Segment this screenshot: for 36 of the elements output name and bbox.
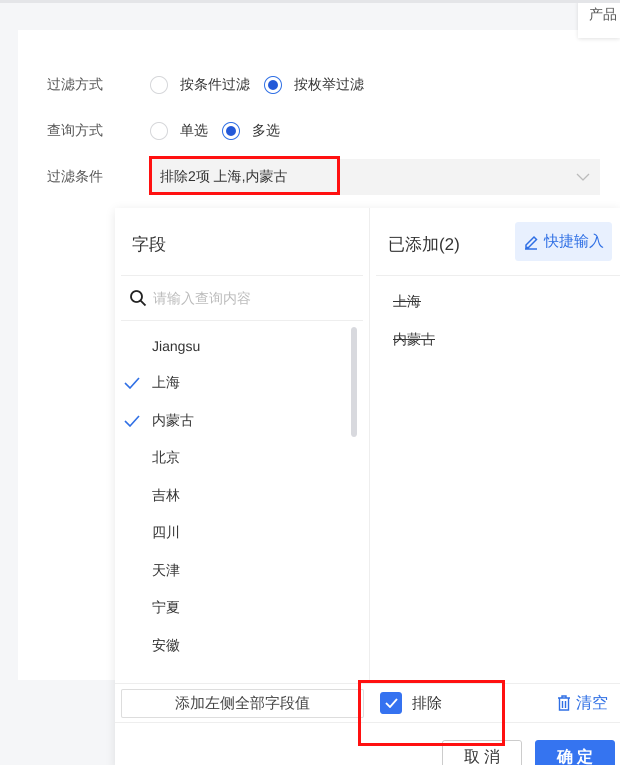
radio-option[interactable]: 多选 [222, 122, 280, 140]
trash-icon [557, 695, 571, 711]
tooltip-text: 产品 [589, 6, 617, 22]
column-title: 字段 [132, 234, 166, 256]
clear-button[interactable]: 清空 [557, 692, 608, 714]
list-item[interactable]: 上海 [121, 364, 363, 402]
list-item[interactable]: 宁夏 [121, 590, 363, 627]
exclude-checkbox[interactable]: 排除 [380, 692, 442, 714]
list-item[interactable]: 吉林 [121, 477, 363, 514]
list-item[interactable]: Jiangsu [121, 327, 363, 364]
select-field[interactable]: 排除2项 上海,内蒙古 [150, 159, 600, 195]
field-label: 过滤方式 [47, 76, 104, 94]
added-item: 内蒙古 [393, 330, 435, 349]
radio-button[interactable] [222, 122, 240, 140]
list-item[interactable]: 安徽 [121, 627, 363, 664]
cancel-button[interactable]: 取 消 [442, 740, 522, 765]
added-item: 上海 [393, 292, 421, 311]
field-label: 查询方式 [47, 122, 104, 140]
column-title: 已添加(2) [388, 234, 460, 256]
confirm-button[interactable]: 确 定 [535, 740, 615, 765]
radio-option[interactable]: 按枚举过滤 [264, 76, 364, 94]
field-label: 过滤条件 [47, 168, 104, 186]
search-icon [129, 289, 147, 307]
pencil-icon [523, 234, 539, 250]
list-item[interactable]: 天津 [121, 552, 363, 590]
quick-input-button[interactable]: 快捷输入 [515, 222, 612, 261]
checkbox[interactable] [380, 692, 402, 714]
chevron-down-icon [576, 173, 590, 181]
list-item[interactable]: 北京 [121, 440, 363, 477]
check-icon [384, 698, 398, 708]
radio-option[interactable]: 单选 [150, 122, 208, 140]
radio-button[interactable] [264, 76, 282, 94]
list-item[interactable]: 四川 [121, 514, 363, 552]
radio-option[interactable]: 按条件过滤 [150, 76, 250, 94]
add-all-button[interactable]: 添加左侧全部字段值 [121, 688, 364, 718]
list-item[interactable]: 内蒙古 [121, 402, 363, 440]
